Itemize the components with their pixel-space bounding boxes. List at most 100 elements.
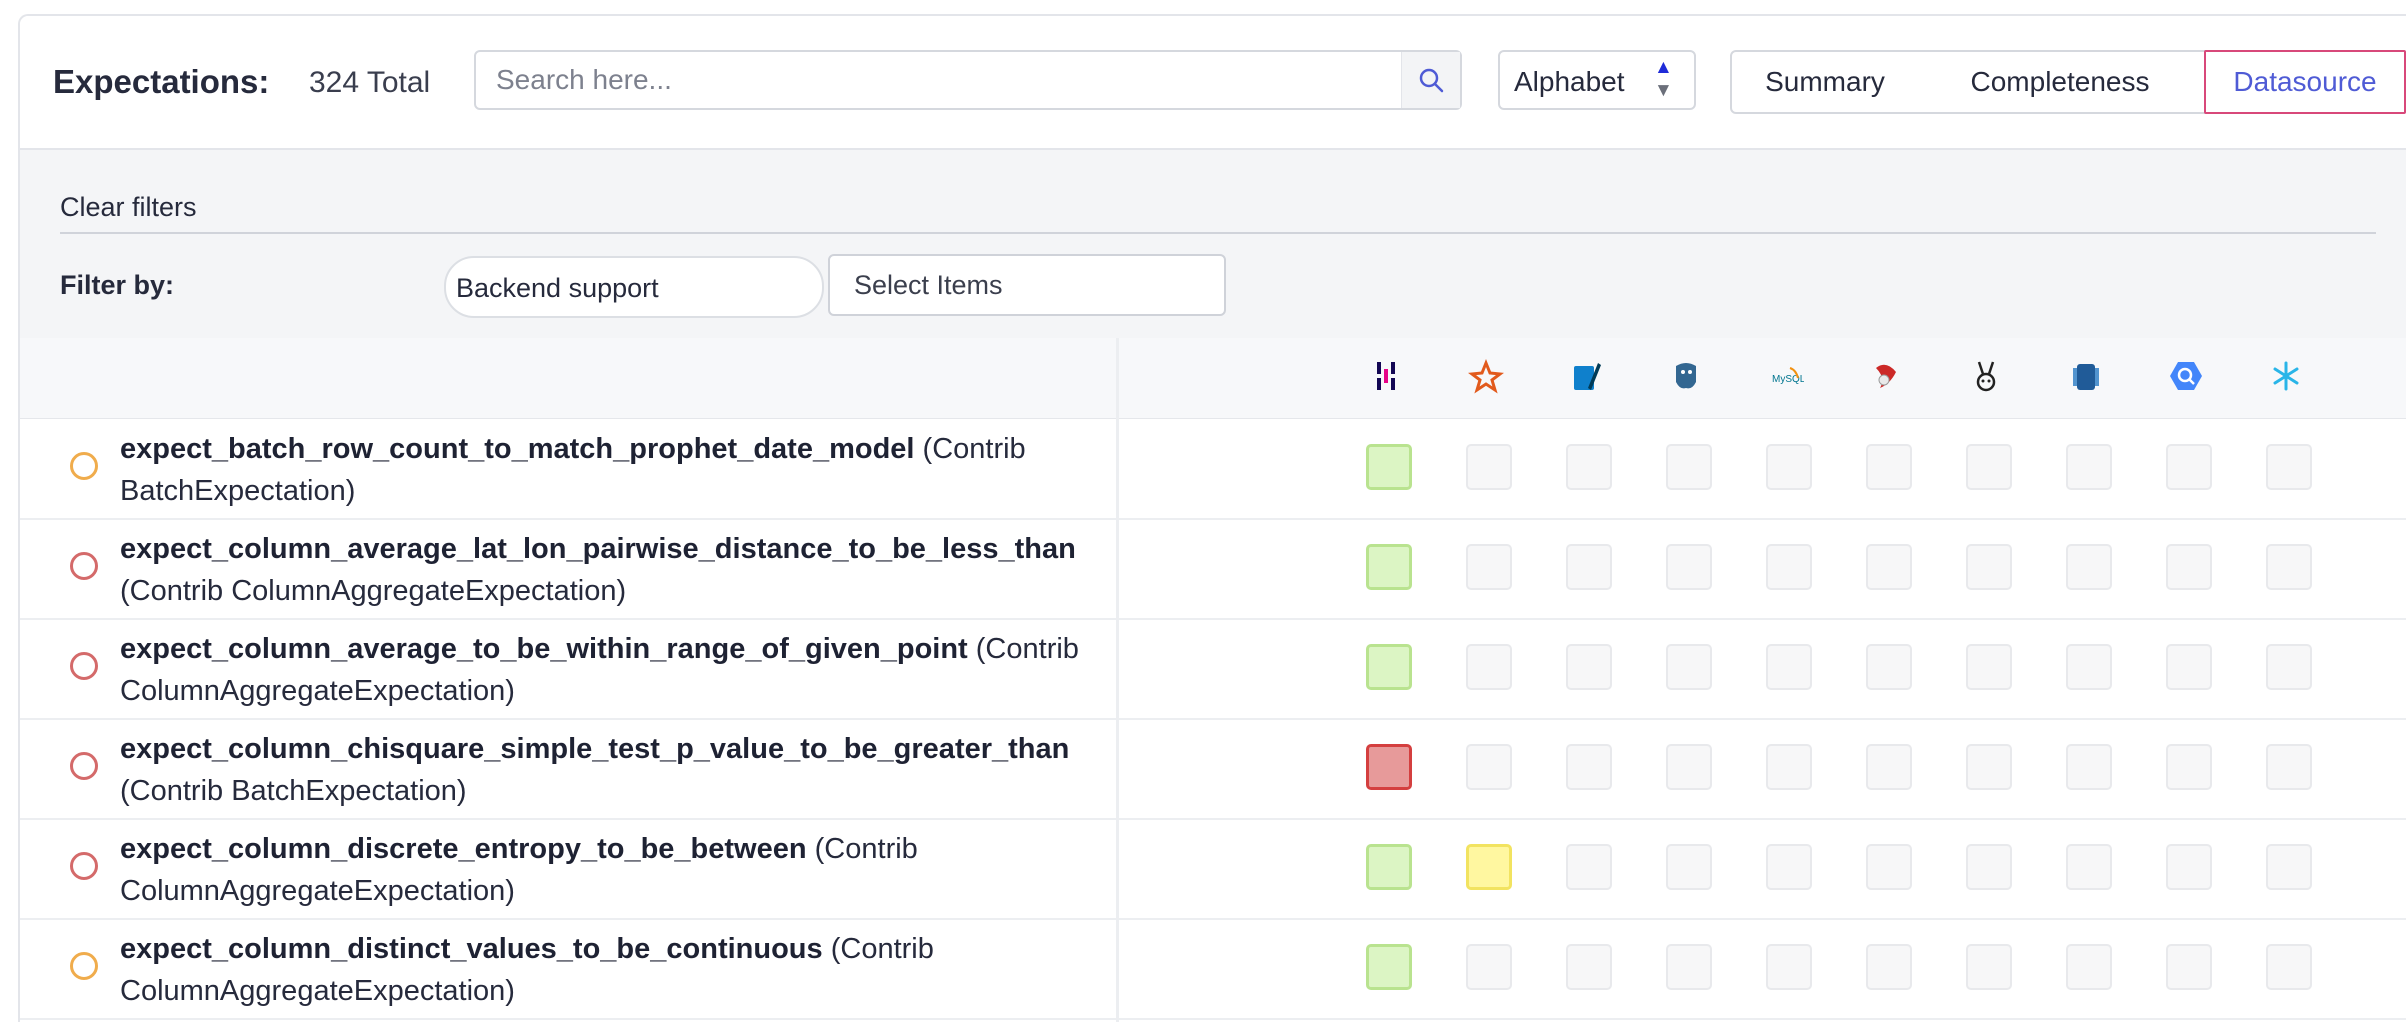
- trino-icon[interactable]: [1966, 356, 2006, 396]
- support-cell-spark[interactable]: [1466, 444, 1512, 490]
- pandas-icon[interactable]: [1366, 356, 1406, 396]
- support-cell-mysql[interactable]: [1766, 544, 1812, 590]
- support-cell-postgresql[interactable]: [1666, 544, 1712, 590]
- expectation-name[interactable]: expect_batch_row_count_to_match_prophet_…: [120, 428, 1120, 512]
- expectation-type-part2: ColumnAggregateExpectation): [120, 975, 515, 1007]
- support-cell-mysql[interactable]: [1766, 744, 1812, 790]
- support-cell-spark[interactable]: [1466, 544, 1512, 590]
- support-cell-snowflake[interactable]: [2266, 644, 2312, 690]
- support-cell-snowflake[interactable]: [2266, 444, 2312, 490]
- table-row[interactable]: expect_column_distinct_values_to_be_cont…: [20, 918, 2406, 1020]
- support-cell-pandas[interactable]: [1366, 844, 1412, 890]
- expectation-type-part2: (Contrib ColumnAggregateExpectation): [120, 575, 627, 607]
- support-cell-trino[interactable]: [1966, 944, 2012, 990]
- support-cell-mssql[interactable]: [1866, 944, 1912, 990]
- support-cell-sqlite[interactable]: [1566, 844, 1612, 890]
- support-cell-spark[interactable]: [1466, 944, 1512, 990]
- support-cell-spark[interactable]: [1466, 644, 1512, 690]
- support-cell-pandas[interactable]: [1366, 944, 1412, 990]
- support-cell-trino[interactable]: [1966, 544, 2012, 590]
- support-cell-redshift[interactable]: [2066, 444, 2112, 490]
- support-cell-trino[interactable]: [1966, 744, 2012, 790]
- support-cell-spark[interactable]: [1466, 744, 1512, 790]
- expectation-name[interactable]: expect_column_average_to_be_within_range…: [120, 628, 1120, 712]
- expectation-type-part1: (Contrib: [967, 633, 1079, 665]
- support-cell-pandas[interactable]: [1366, 744, 1412, 790]
- support-cell-bigquery[interactable]: [2166, 444, 2212, 490]
- support-cell-mssql[interactable]: [1866, 844, 1912, 890]
- table-row[interactable]: expect_batch_row_count_to_match_prophet_…: [20, 418, 2406, 520]
- support-cell-trino[interactable]: [1966, 444, 2012, 490]
- tab-summary[interactable]: Summary: [1732, 52, 1918, 112]
- support-cell-mssql[interactable]: [1866, 744, 1912, 790]
- view-switcher: Summary Completeness Datasource: [1730, 50, 2406, 114]
- table-row[interactable]: expect_column_discrete_entropy_to_be_bet…: [20, 818, 2406, 920]
- sort-select[interactable]: Alphabet ▲ ▼: [1498, 50, 1696, 110]
- clear-filters-link[interactable]: Clear filters: [60, 192, 197, 223]
- support-cell-mssql[interactable]: [1866, 644, 1912, 690]
- support-cell-trino[interactable]: [1966, 844, 2012, 890]
- support-cell-bigquery[interactable]: [2166, 744, 2212, 790]
- tab-completeness[interactable]: Completeness: [1918, 52, 2202, 112]
- search-input[interactable]: [496, 52, 1376, 108]
- status-circle-icon: [70, 852, 98, 880]
- support-cell-redshift[interactable]: [2066, 744, 2112, 790]
- support-cell-postgresql[interactable]: [1666, 644, 1712, 690]
- table-row[interactable]: expect_column_average_lat_lon_pairwise_d…: [20, 518, 2406, 620]
- support-cell-sqlite[interactable]: [1566, 644, 1612, 690]
- support-cell-mysql[interactable]: [1766, 844, 1812, 890]
- support-cell-mysql[interactable]: [1766, 644, 1812, 690]
- support-cell-snowflake[interactable]: [2266, 944, 2312, 990]
- expectation-name[interactable]: expect_column_chisquare_simple_test_p_va…: [120, 728, 1120, 812]
- sqlite-icon[interactable]: [1566, 356, 1606, 396]
- support-cell-mysql[interactable]: [1766, 944, 1812, 990]
- support-cell-snowflake[interactable]: [2266, 544, 2312, 590]
- support-cell-pandas[interactable]: [1366, 644, 1412, 690]
- backend-support-select[interactable]: Backend support: [444, 256, 824, 318]
- support-cell-bigquery[interactable]: [2166, 844, 2212, 890]
- support-cell-redshift[interactable]: [2066, 944, 2112, 990]
- support-cell-redshift[interactable]: [2066, 844, 2112, 890]
- expectation-name[interactable]: expect_column_distinct_values_to_be_cont…: [120, 928, 1120, 1012]
- support-cell-bigquery[interactable]: [2166, 944, 2212, 990]
- support-cell-mysql[interactable]: [1766, 444, 1812, 490]
- support-cell-sqlite[interactable]: [1566, 444, 1612, 490]
- support-cell-spark[interactable]: [1466, 844, 1512, 890]
- select-items-dropdown[interactable]: Select Items: [828, 254, 1226, 316]
- sort-up-icon: ▲: [1654, 57, 1673, 78]
- support-cell-mssql[interactable]: [1866, 444, 1912, 490]
- mssql-icon[interactable]: [1866, 356, 1906, 396]
- table-row[interactable]: expect_column_average_to_be_within_range…: [20, 618, 2406, 720]
- support-cell-trino[interactable]: [1966, 644, 2012, 690]
- support-cell-postgresql[interactable]: [1666, 944, 1712, 990]
- support-cell-snowflake[interactable]: [2266, 744, 2312, 790]
- support-cell-sqlite[interactable]: [1566, 544, 1612, 590]
- search-icon: [1419, 68, 1444, 93]
- support-cell-mssql[interactable]: [1866, 544, 1912, 590]
- support-cell-bigquery[interactable]: [2166, 544, 2212, 590]
- backend-support-label: Backend support: [456, 273, 659, 303]
- spark-icon[interactable]: [1466, 356, 1506, 396]
- bigquery-icon[interactable]: [2166, 356, 2206, 396]
- table-row[interactable]: expect_column_chisquare_simple_test_p_va…: [20, 718, 2406, 820]
- support-cell-postgresql[interactable]: [1666, 744, 1712, 790]
- expectation-id: expect_column_average_to_be_within_range…: [120, 633, 968, 665]
- tab-datasource[interactable]: Datasource: [2204, 50, 2406, 114]
- support-cell-pandas[interactable]: [1366, 444, 1412, 490]
- search-button[interactable]: [1401, 52, 1460, 108]
- mysql-icon[interactable]: MySQL: [1766, 356, 1806, 396]
- support-cell-pandas[interactable]: [1366, 544, 1412, 590]
- support-cell-sqlite[interactable]: [1566, 944, 1612, 990]
- snowflake-icon[interactable]: [2266, 356, 2306, 396]
- expectation-name[interactable]: expect_column_average_lat_lon_pairwise_d…: [120, 528, 1120, 612]
- support-cell-sqlite[interactable]: [1566, 744, 1612, 790]
- support-cell-postgresql[interactable]: [1666, 444, 1712, 490]
- expectation-name[interactable]: expect_column_discrete_entropy_to_be_bet…: [120, 828, 1120, 912]
- support-cell-redshift[interactable]: [2066, 644, 2112, 690]
- redshift-icon[interactable]: [2066, 356, 2106, 396]
- support-cell-snowflake[interactable]: [2266, 844, 2312, 890]
- support-cell-redshift[interactable]: [2066, 544, 2112, 590]
- support-cell-bigquery[interactable]: [2166, 644, 2212, 690]
- support-cell-postgresql[interactable]: [1666, 844, 1712, 890]
- postgresql-icon[interactable]: [1666, 356, 1706, 396]
